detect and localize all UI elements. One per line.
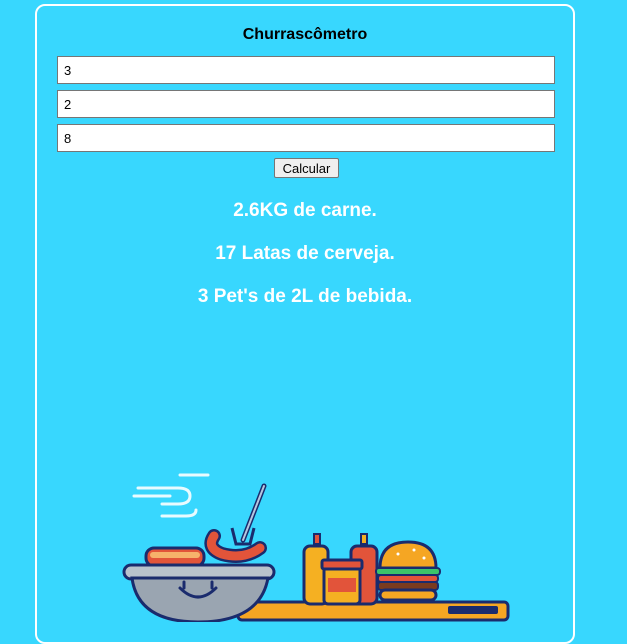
result-beer: 17 Latas de cerveja. bbox=[215, 243, 395, 264]
adults-input[interactable] bbox=[57, 56, 555, 84]
burger-icon bbox=[375, 540, 441, 602]
bbq-illustration bbox=[122, 473, 510, 622]
children-input[interactable] bbox=[57, 90, 555, 118]
result-meat: 2.6KG de carne. bbox=[233, 200, 377, 221]
jar-icon bbox=[320, 558, 364, 606]
grill-food-icon bbox=[144, 546, 206, 568]
calculate-button[interactable]: Calcular bbox=[274, 158, 339, 178]
smoke-icon bbox=[132, 473, 210, 518]
duration-input[interactable] bbox=[57, 124, 555, 152]
result-drinks: 3 Pet's de 2L de bebida. bbox=[197, 286, 413, 307]
sausage-on-fork-icon bbox=[204, 483, 267, 563]
page-title: Churrascômetro bbox=[242, 26, 368, 43]
